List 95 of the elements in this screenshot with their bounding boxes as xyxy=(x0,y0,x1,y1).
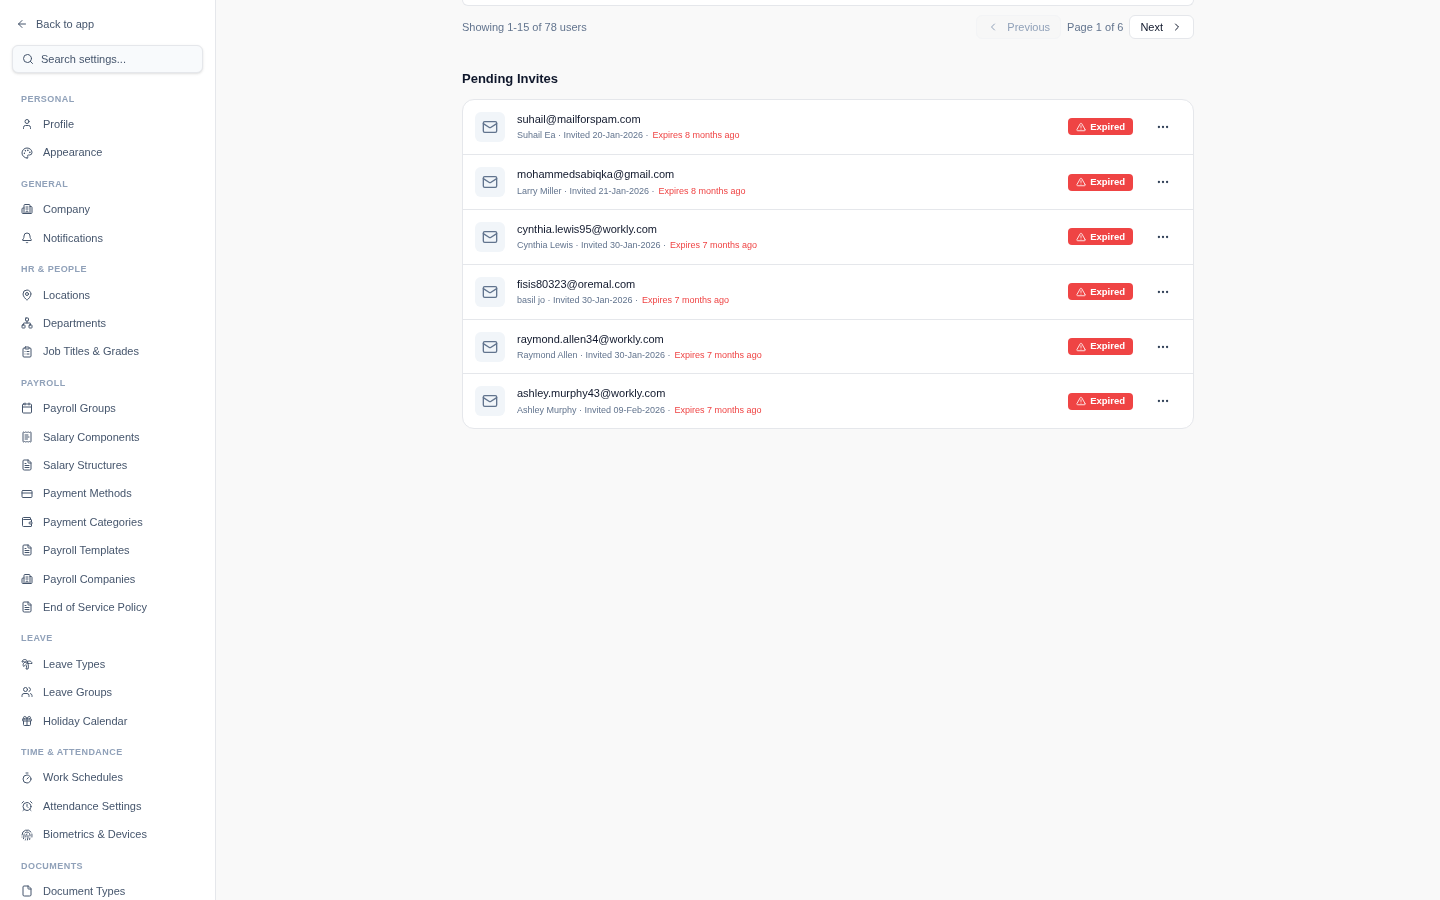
page-indicator: Page 1 of 6 xyxy=(1067,19,1124,35)
invite-details: Larry Miller · Invited 21-Jan-2026 · xyxy=(517,184,655,198)
building-icon xyxy=(21,203,33,216)
alarm-clock-icon xyxy=(21,800,33,813)
document-icon xyxy=(21,601,33,614)
sidebar-item[interactable]: Biometrics & Devices xyxy=(12,820,203,849)
mail-icon xyxy=(482,174,498,191)
section-title: Pending Invites xyxy=(462,70,560,88)
clipboard-icon xyxy=(21,345,33,358)
section-heading: PAYROLL xyxy=(20,376,67,390)
warning-icon xyxy=(1076,286,1087,297)
hierarchy-icon xyxy=(21,317,33,330)
invite-details: Suhail Ea · Invited 20-Jan-2026 · xyxy=(517,129,649,143)
invite-email: ashley.murphy43@workly.com xyxy=(517,386,666,402)
expired-badge: Expired xyxy=(1068,118,1133,136)
sidebar-item[interactable]: Departments xyxy=(12,308,203,338)
sidebar-item[interactable]: Holiday Calendar xyxy=(12,706,203,736)
back-link[interactable]: Back to app xyxy=(12,16,99,33)
stopwatch-icon xyxy=(21,771,33,784)
sidebar-item[interactable]: Salary Structures xyxy=(12,451,203,480)
expired-badge: Expired xyxy=(1068,228,1133,246)
sidebar-item[interactable]: Profile xyxy=(12,110,203,139)
section-heading: PERSONAL xyxy=(20,92,76,106)
invite-email: fisis80323@oremal.com xyxy=(517,276,636,292)
expiry-text: Expires 7 months ago xyxy=(674,349,762,363)
sidebar-item[interactable]: Payroll Companies xyxy=(12,564,203,593)
mail-icon xyxy=(482,338,498,355)
user-icon xyxy=(21,118,33,131)
expiry-text: Expires 8 months ago xyxy=(658,184,746,198)
sidebar-item[interactable]: Locations xyxy=(12,280,203,309)
sidebar-item[interactable]: Leave Groups xyxy=(12,678,203,707)
sidebar-item[interactable]: Payment Methods xyxy=(12,479,203,508)
sidebar-item[interactable]: Work Schedules xyxy=(12,763,203,792)
wallet-icon xyxy=(21,516,33,528)
sidebar-item[interactable]: Notifications xyxy=(12,223,203,253)
palm-tree-icon xyxy=(21,658,33,671)
sidebar-item[interactable]: Job Titles & Grades xyxy=(12,337,203,366)
sidebar-item[interactable]: Payroll Groups xyxy=(12,394,203,423)
invite-details: basil jo · Invited 30-Jan-2026 · xyxy=(517,294,639,308)
document-icon xyxy=(21,544,33,557)
sidebar-item[interactable]: Attendance Settings xyxy=(12,791,203,821)
sidebar-item[interactable]: Payment Categories xyxy=(12,507,203,537)
warning-icon xyxy=(1076,341,1087,352)
warning-icon xyxy=(1076,232,1087,242)
document-icon xyxy=(21,885,33,898)
expiry-text: Expires 7 months ago xyxy=(674,403,762,417)
invite-details: Cynthia Lewis · Invited 30-Jan-2026 · xyxy=(517,239,667,253)
expired-badge: Expired xyxy=(1068,338,1133,356)
warning-icon xyxy=(1076,121,1087,132)
arrow-left-icon xyxy=(16,18,28,31)
mail-icon xyxy=(482,393,498,410)
invite-email: mohammedsabiqka@gmail.com xyxy=(517,167,675,183)
users-icon xyxy=(21,686,33,699)
invite-email: raymond.allen34@workly.com xyxy=(517,331,664,347)
receipt-icon xyxy=(21,430,33,443)
search-icon xyxy=(22,52,34,65)
invite-details: Raymond Allen · Invited 30-Jan-2026 · xyxy=(517,349,671,363)
sidebar-item[interactable]: Company xyxy=(12,195,203,224)
results-summary: Showing 1-15 of 78 users xyxy=(462,19,587,35)
warning-icon xyxy=(1076,177,1087,188)
invite-details: Ashley Murphy · Invited 09-Feb-2026 · xyxy=(517,403,671,417)
warning-icon xyxy=(1076,396,1087,407)
invite-email: cynthia.lewis95@workly.com xyxy=(517,222,657,237)
search-field[interactable]: Search settings... xyxy=(12,44,203,73)
map-pin-icon xyxy=(21,288,33,301)
sidebar-item[interactable]: Salary Components xyxy=(12,422,203,451)
fingerprint-icon xyxy=(21,828,33,841)
building-icon xyxy=(21,572,33,585)
expired-badge: Expired xyxy=(1068,392,1133,410)
mail-icon xyxy=(482,118,498,135)
palette-icon xyxy=(21,146,33,159)
section-heading: TIME & ATTENDANCE xyxy=(20,746,124,760)
gift-icon xyxy=(21,714,33,727)
calendar-icon xyxy=(21,402,33,415)
section-heading: LEAVE xyxy=(20,632,54,646)
section-heading: HR & PEOPLE xyxy=(20,263,88,277)
expiry-text: Expires 7 months ago xyxy=(670,239,758,253)
sidebar-item[interactable]: Payroll Templates xyxy=(12,536,203,565)
section-heading: GENERAL xyxy=(20,177,70,191)
sidebar-item[interactable]: Document Types xyxy=(12,877,203,900)
document-icon xyxy=(21,459,33,472)
invite-email: suhail@mailforspam.com xyxy=(517,111,641,127)
mail-icon xyxy=(482,229,498,245)
next-button[interactable]: Next xyxy=(1129,15,1194,39)
sidebar-item[interactable]: End of Service Policy xyxy=(12,592,203,622)
mail-icon xyxy=(482,283,498,300)
expiry-text: Expires 7 months ago xyxy=(642,294,730,308)
bell-icon xyxy=(21,231,33,244)
expired-badge: Expired xyxy=(1068,283,1133,301)
credit-card-icon xyxy=(21,487,33,500)
sidebar-item[interactable]: Appearance xyxy=(12,138,203,167)
sidebar-item[interactable]: Leave Types xyxy=(12,649,203,679)
expired-badge: Expired xyxy=(1068,173,1133,191)
expiry-text: Expires 8 months ago xyxy=(652,129,740,143)
section-heading: DOCUMENTS xyxy=(20,859,85,873)
